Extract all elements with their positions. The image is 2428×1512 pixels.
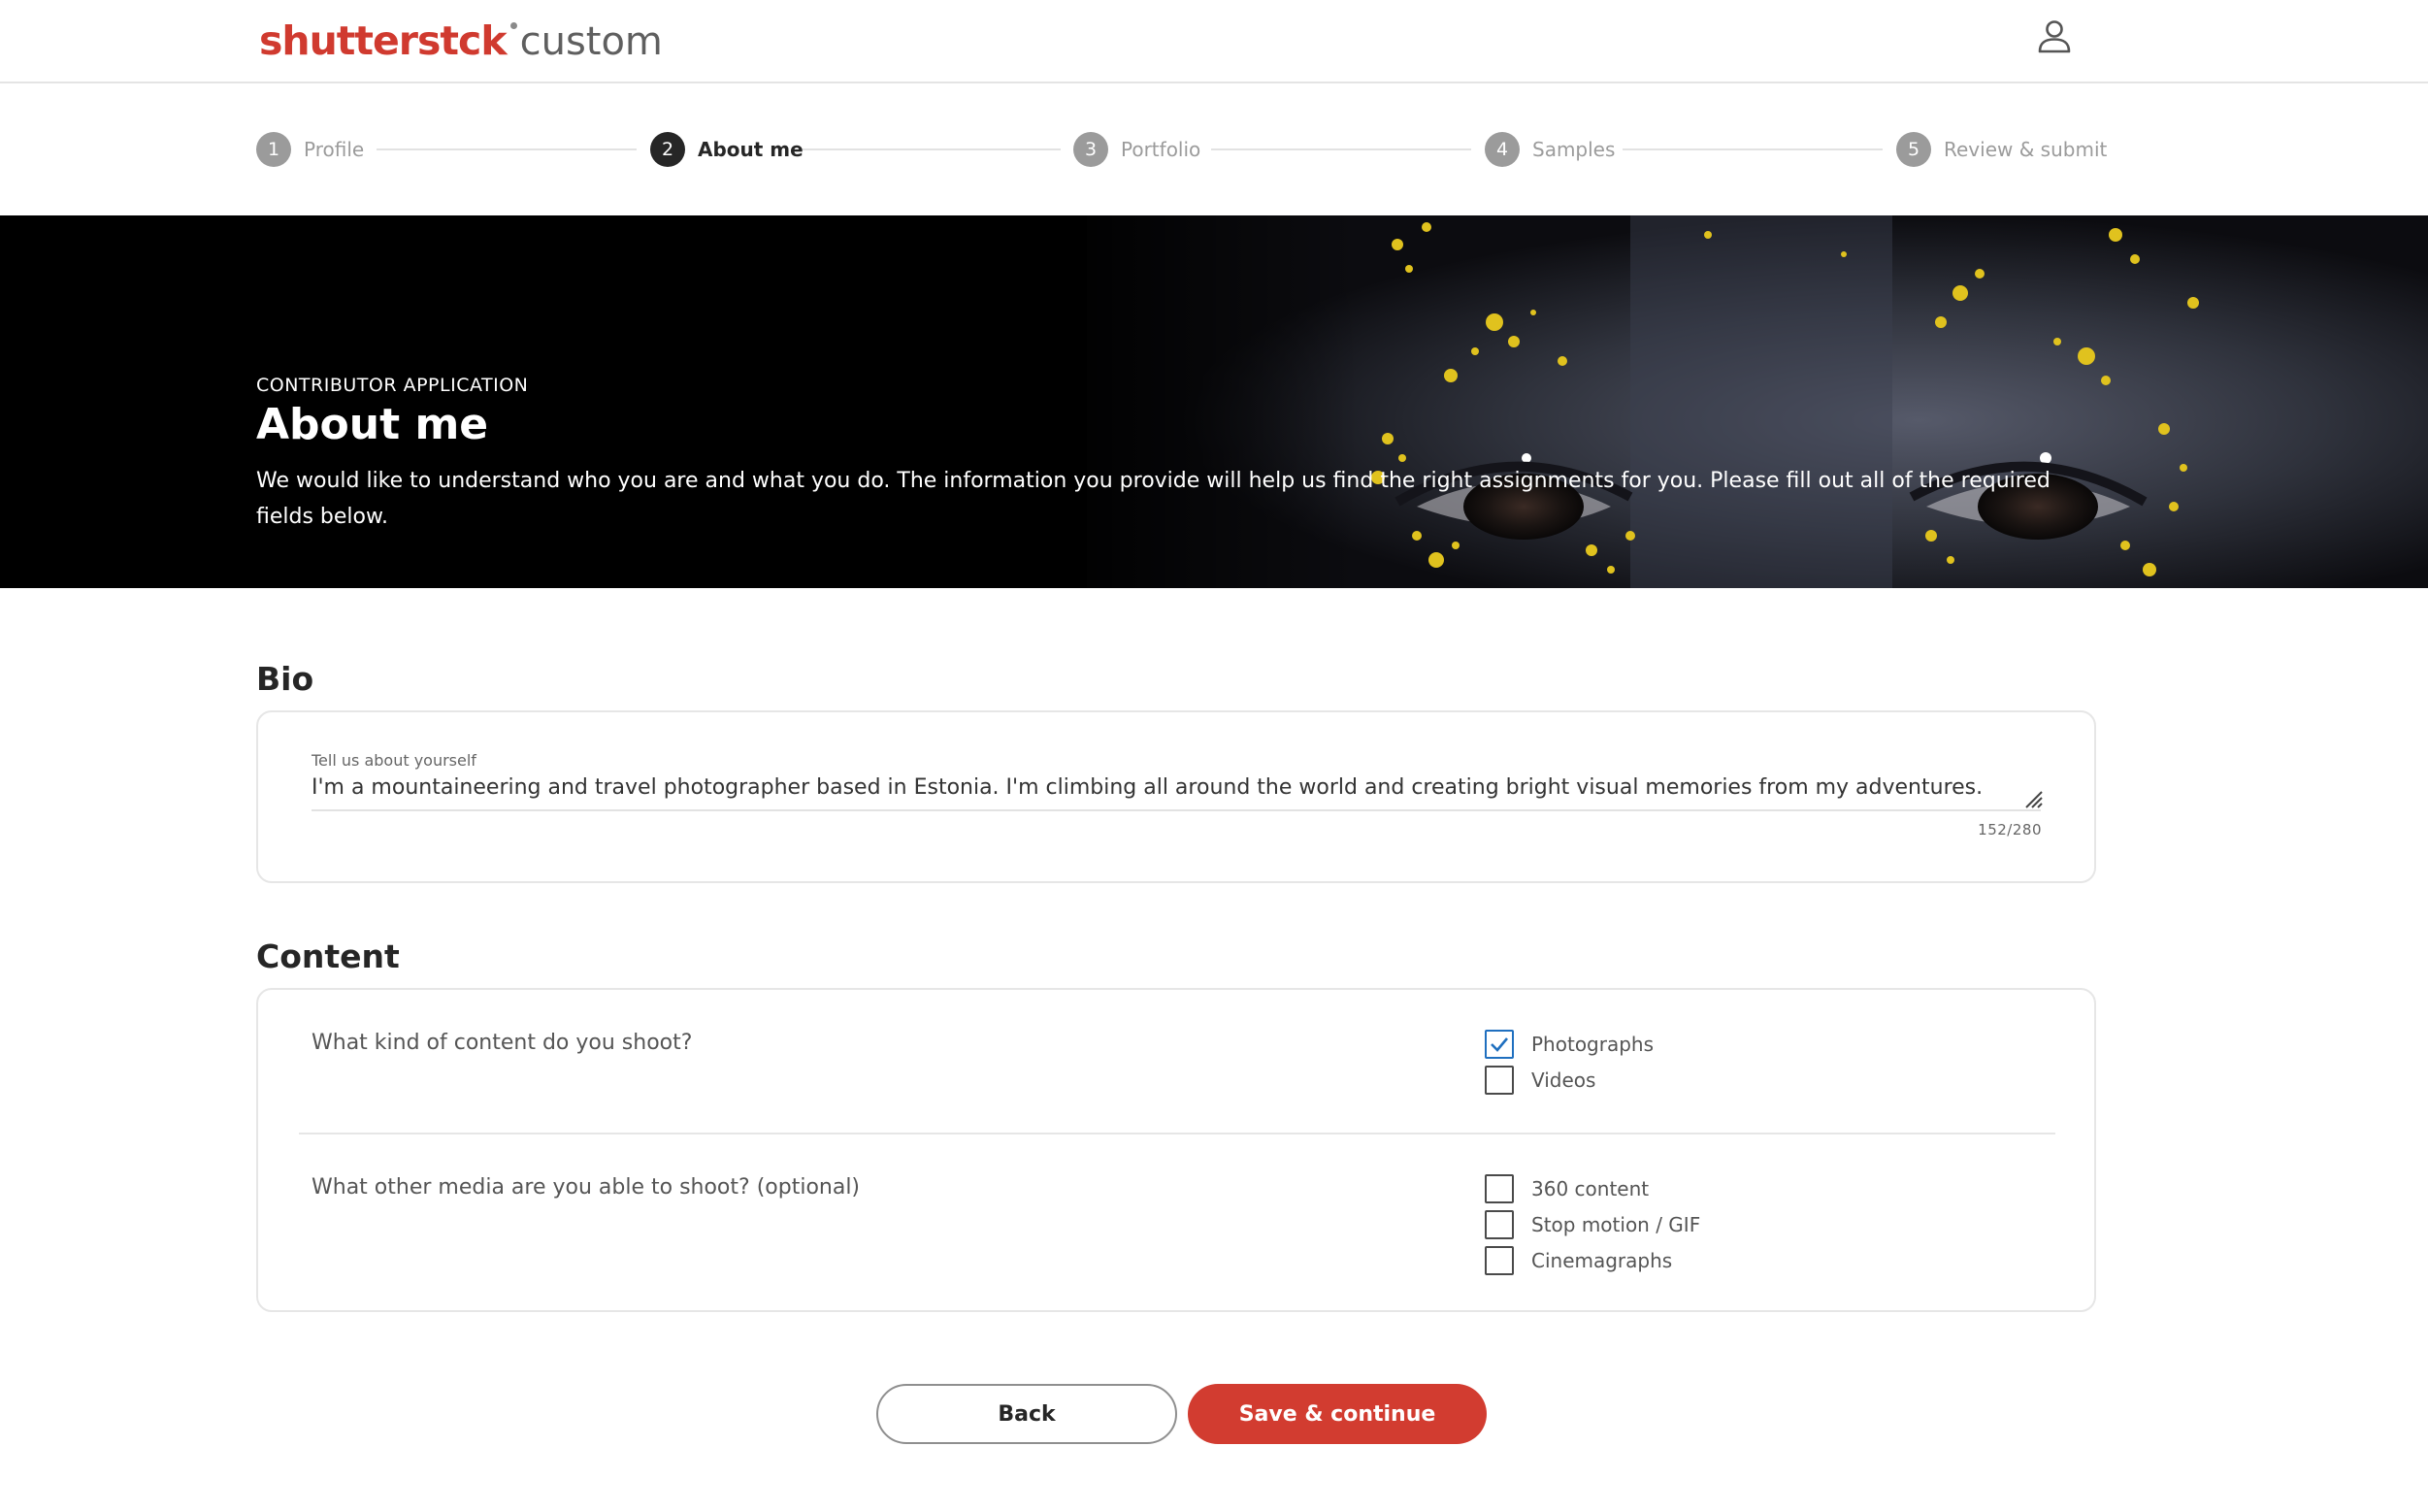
step-number: 1 (256, 132, 291, 167)
logo-dot (509, 22, 517, 29)
bio-field-label: Tell us about yourself (312, 751, 476, 770)
step-number: 3 (1073, 132, 1108, 167)
360-content-checkbox[interactable]: 360 content (1485, 1173, 1649, 1204)
checkbox-box[interactable] (1485, 1174, 1514, 1203)
checkbox-box[interactable] (1485, 1030, 1514, 1059)
photographs-checkbox[interactable]: Photographs (1485, 1029, 1654, 1060)
step-label: About me (698, 138, 804, 161)
step-samples[interactable]: 4 Samples (1485, 130, 1615, 169)
page-title: About me (256, 400, 489, 449)
bio-field-underline (312, 809, 2041, 811)
checkbox-box[interactable] (1485, 1210, 1514, 1239)
shutterstock-custom-logo[interactable]: shutterstck custom (259, 17, 663, 66)
step-about-me[interactable]: 2 About me (650, 130, 804, 169)
bio-textarea[interactable]: I'm a mountaineering and travel photogra… (312, 775, 2039, 806)
step-number: 4 (1485, 132, 1520, 167)
step-connector (1623, 148, 1883, 150)
progress-stepper: 1 Profile 2 About me 3 Portfolio 4 Sampl… (256, 130, 2107, 169)
step-connector (377, 148, 637, 150)
checkmark-icon (1491, 1037, 1508, 1052)
checkbox-label: Photographs (1531, 1033, 1655, 1056)
checkbox-box[interactable] (1485, 1246, 1514, 1275)
step-label: Review & submit (1944, 138, 2108, 161)
videos-checkbox[interactable]: Videos (1485, 1065, 1595, 1096)
bio-card: Tell us about yourself I'm a mountaineer… (256, 710, 2096, 883)
step-profile[interactable]: 1 Profile (256, 130, 364, 169)
hero-eyebrow: CONTRIBUTOR APPLICATION (256, 375, 529, 396)
bio-character-count: 152/280 (1978, 821, 2042, 838)
checkbox-label: Cinemagraphs (1531, 1249, 1673, 1272)
content-divider (299, 1133, 2055, 1134)
content-section-title: Content (256, 937, 400, 975)
stop-motion-gif-checkbox[interactable]: Stop motion / GIF (1485, 1209, 1700, 1240)
back-button[interactable]: Back (876, 1384, 1177, 1444)
step-label: Samples (1532, 138, 1616, 161)
content-type-question: What kind of content do you shoot? (312, 1031, 693, 1055)
step-number: 5 (1896, 132, 1931, 167)
step-number: 2 (650, 132, 685, 167)
checkbox-label: 360 content (1531, 1177, 1650, 1200)
user-icon (2038, 20, 2071, 53)
cinemagraphs-checkbox[interactable]: Cinemagraphs (1485, 1245, 1672, 1276)
step-connector (801, 148, 1061, 150)
checkbox-label: Videos (1531, 1068, 1596, 1092)
step-portfolio[interactable]: 3 Portfolio (1073, 130, 1200, 169)
step-label: Profile (304, 138, 365, 161)
step-label: Portfolio (1121, 138, 1201, 161)
checkbox-label: Stop motion / GIF (1531, 1213, 1701, 1236)
hero-description: We would like to understand who you are … (256, 469, 2051, 529)
user-account-button[interactable] (2035, 17, 2074, 56)
save-and-continue-button[interactable]: Save & continue (1188, 1384, 1487, 1444)
resize-handle-icon[interactable] (2022, 788, 2044, 809)
step-review-submit[interactable]: 5 Review & submit (1896, 130, 2107, 169)
bio-section-title: Bio (256, 660, 314, 698)
content-card: What kind of content do you shoot? Photo… (256, 988, 2096, 1312)
checkbox-box[interactable] (1485, 1066, 1514, 1095)
logo-product-text: custom (519, 19, 663, 64)
step-connector (1211, 148, 1471, 150)
logo-brand-text: shutterstck (259, 17, 508, 64)
other-media-question: What other media are you able to shoot? … (312, 1175, 861, 1200)
top-navigation-bar: shutterstck custom (0, 0, 2428, 83)
